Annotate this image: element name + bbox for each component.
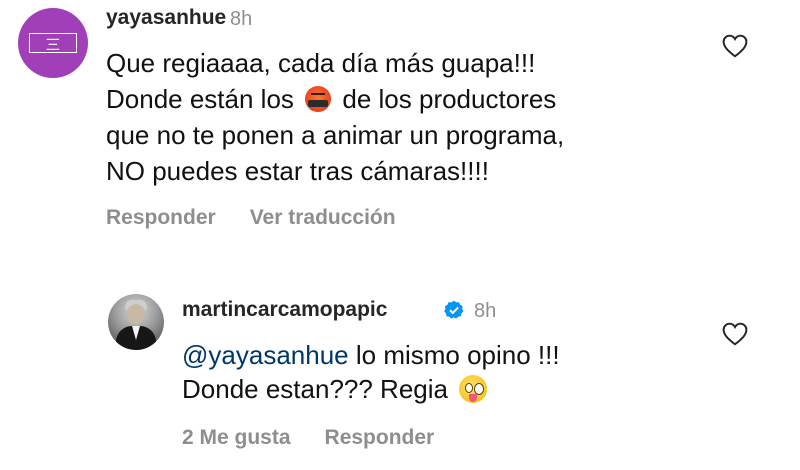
comment-timestamp: 8h: [474, 300, 497, 322]
comment-text-line: que no te ponen a animar un programa,: [106, 120, 565, 150]
winking-tongue-emoji-icon: [459, 375, 488, 403]
heart-icon[interactable]: [722, 34, 748, 58]
avatar[interactable]: [108, 294, 164, 350]
likes-count-button[interactable]: 2 Me gusta: [182, 426, 291, 449]
reply-button[interactable]: Responder: [325, 426, 435, 449]
comment-timestamp: 8h: [230, 8, 253, 30]
comment-text-segment: Donde están los: [106, 84, 294, 114]
comment-text-line: Donde estan??? Regia: [182, 372, 488, 406]
comment-text-line: @yayasanhue lo mismo opino !!!: [182, 338, 560, 372]
verified-badge-icon: [444, 300, 464, 319]
heart-icon[interactable]: [722, 322, 748, 346]
comment-actions: Responder Ver traducción: [106, 206, 430, 230]
reply-button[interactable]: Responder: [106, 206, 216, 229]
avatar[interactable]: ▬▬▬ ▬▬ ▬▬▬: [18, 8, 88, 78]
translate-button[interactable]: Ver traducción: [250, 206, 396, 229]
comment-text-segment: lo mismo opino !!!: [355, 340, 560, 370]
comment-actions: 2 Me gusta Responder: [182, 426, 468, 450]
comment-text-segment: Donde estan??? Regia: [182, 374, 448, 404]
comment-text-line: Que regiaaaa, cada día más guapa!!!: [106, 48, 536, 78]
comment-text-line: NO puedes estar tras cámaras!!!!: [106, 156, 489, 186]
comment-username[interactable]: yayasanhue: [106, 6, 226, 30]
mention-link[interactable]: @yayasanhue: [182, 340, 349, 370]
comment-text-line: Donde están los de los productores: [106, 82, 556, 116]
comment-text-segment: de los productores: [342, 84, 557, 114]
rage-face-emoji-icon: [305, 86, 332, 112]
purple-logo-icon: ▬▬▬ ▬▬ ▬▬▬: [29, 33, 77, 53]
comment-username[interactable]: martincarcamopapic: [182, 298, 387, 322]
